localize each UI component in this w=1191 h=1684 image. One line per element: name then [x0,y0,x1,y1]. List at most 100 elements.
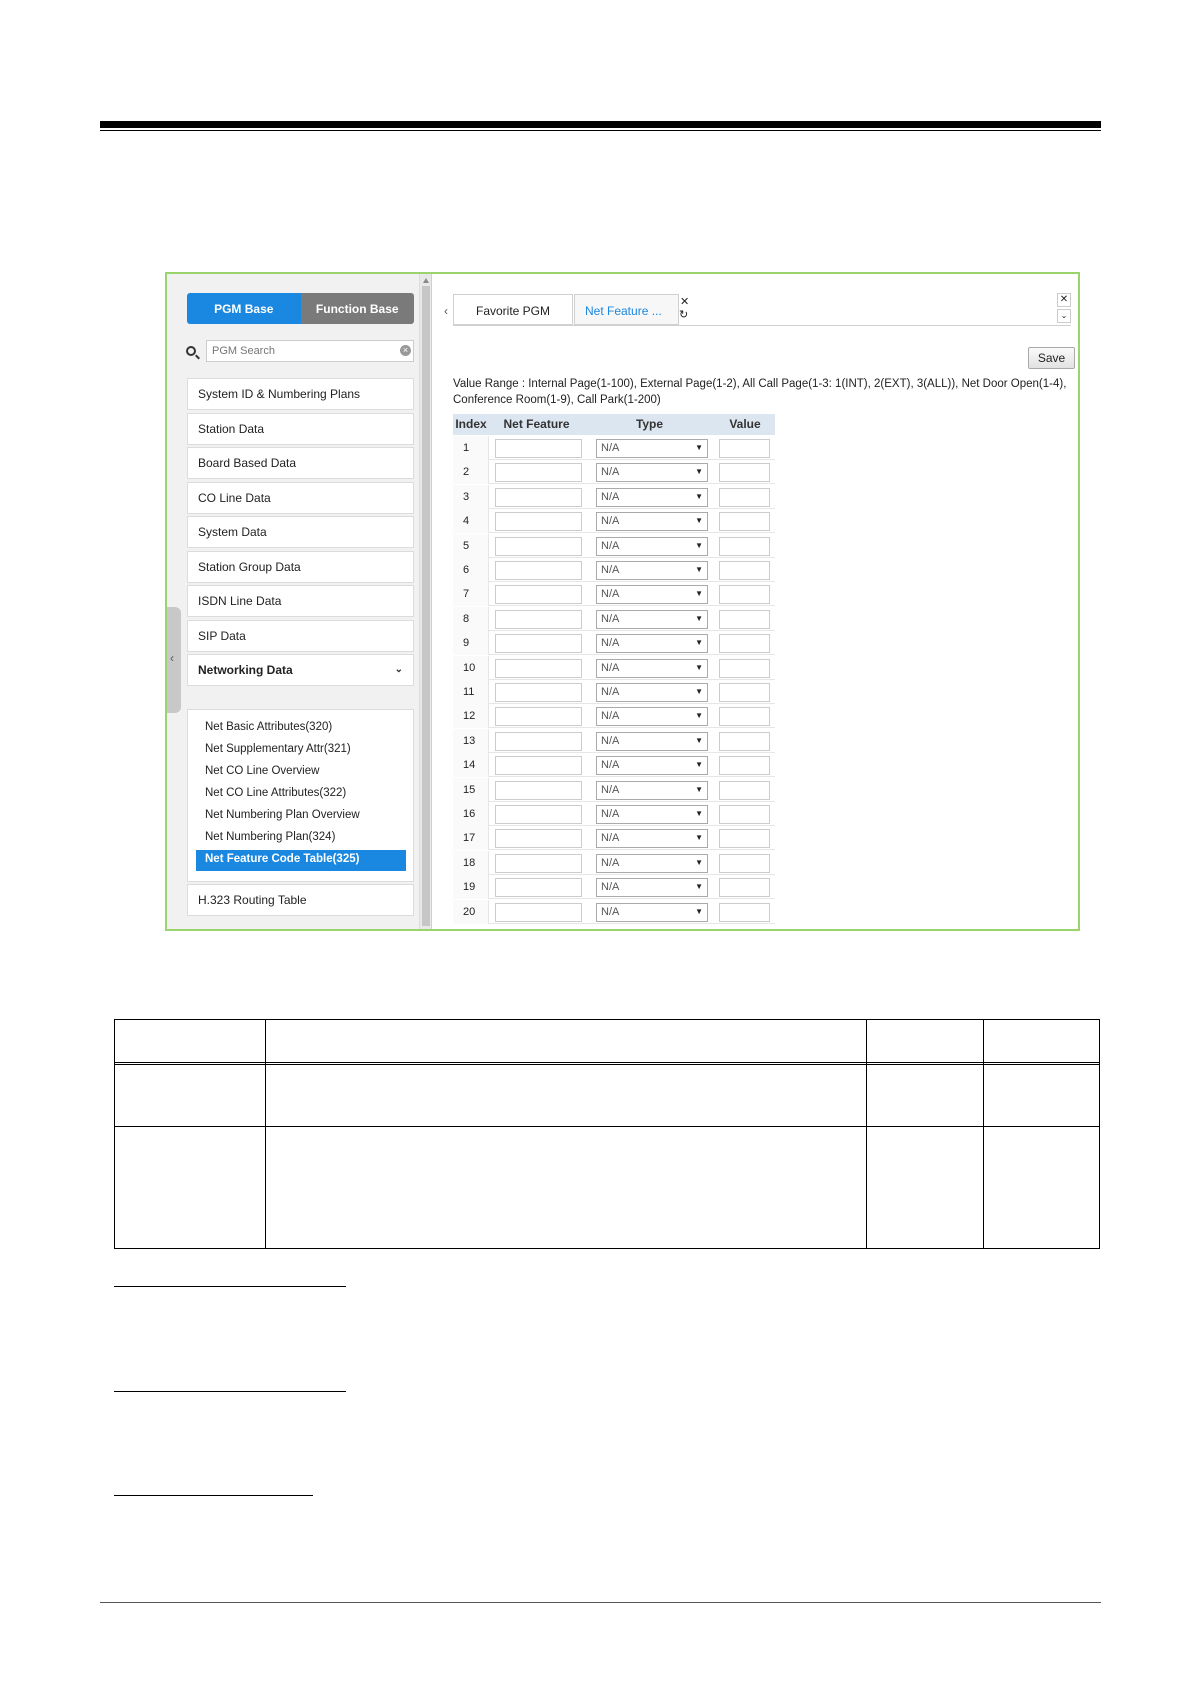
close-tab-icon[interactable]: ✕ [680,295,689,308]
sidebar-item-5[interactable]: Station Group Data [187,551,414,583]
value-input[interactable] [719,561,770,580]
type-select[interactable]: N/A ▼ [596,683,708,702]
close-all-icon[interactable]: ✕ [1057,293,1071,307]
type-select[interactable]: N/A ▼ [596,780,708,800]
submenu-item-0[interactable]: Net Basic Attributes(320) [196,718,406,739]
net-feature-code-input[interactable] [495,585,582,605]
net-feature-code-input[interactable] [495,487,582,507]
net-feature-code-input[interactable] [495,658,582,678]
value-input[interactable] [719,683,770,702]
type-select[interactable]: N/A ▼ [596,561,708,580]
sidebar-item-1[interactable]: Station Data [187,413,414,445]
value-input[interactable] [719,487,770,507]
save-button[interactable]: Save [1028,347,1075,369]
sidebar-item-4[interactable]: System Data [187,516,414,548]
type-select-value: N/A [601,881,620,894]
tab-list-chevron-icon[interactable]: ⌄ [1057,309,1071,323]
scroll-up-icon[interactable] [423,278,429,283]
value-input[interactable] [719,536,770,556]
value-input[interactable] [719,585,770,605]
net-feature-code-input[interactable] [495,439,582,458]
sidebar-scrollbar[interactable] [420,274,432,929]
dropdown-arrow-icon: ▼ [695,540,703,550]
net-feature-code-input[interactable] [495,683,582,702]
type-select[interactable]: N/A ▼ [596,853,708,873]
net-feature-code-input[interactable] [495,463,582,483]
sidebar-item-2[interactable]: Board Based Data [187,447,414,479]
submenu-item-1[interactable]: Net Supplementary Attr(321) [196,740,406,761]
value-input[interactable] [719,756,770,776]
value-input[interactable] [719,902,770,922]
pgm-search-input[interactable] [206,340,414,362]
net-feature-code-input[interactable] [495,512,582,532]
collapse-sidebar-handle[interactable]: ‹ [167,607,181,713]
sidebar-item-h323-routing-table[interactable]: H.323 Routing Table [187,884,414,916]
value-input[interactable] [719,658,770,678]
net-feature-code-input[interactable] [495,878,582,898]
type-select[interactable]: N/A ▼ [596,512,708,532]
value-input[interactable] [719,463,770,483]
net-feature-code-input[interactable] [495,609,582,629]
type-select[interactable]: N/A ▼ [596,756,708,776]
type-select[interactable]: N/A ▼ [596,487,708,507]
submenu-item-6[interactable]: Net Feature Code Table(325) [196,850,406,871]
net-feature-code-input[interactable] [495,780,582,800]
scroll-thumb[interactable] [422,286,430,926]
type-select[interactable]: N/A ▼ [596,658,708,678]
value-input[interactable] [719,512,770,532]
type-select[interactable]: N/A ▼ [596,585,708,605]
type-select[interactable]: N/A ▼ [596,829,708,849]
value-input[interactable] [719,829,770,849]
submenu-item-5[interactable]: Net Numbering Plan(324) [196,828,406,849]
row-index: 18 [453,850,489,875]
sidebar-item-3[interactable]: CO Line Data [187,482,414,514]
type-select[interactable]: N/A ▼ [596,609,708,629]
type-select[interactable]: N/A ▼ [596,634,708,654]
clear-search-icon[interactable]: × [400,345,411,356]
tabs-back-icon[interactable]: ‹ [444,304,448,318]
value-input[interactable] [719,707,770,727]
function-base-tab[interactable]: Function Base [300,293,414,324]
net-feature-code-input[interactable] [495,805,582,824]
type-select[interactable]: N/A ▼ [596,731,708,751]
value-input[interactable] [719,634,770,654]
search-icon[interactable] [186,346,196,356]
value-input[interactable] [719,780,770,800]
table-row: 3 N/A ▼ [453,484,775,509]
type-select[interactable]: N/A ▼ [596,805,708,824]
table-row: 1 N/A ▼ [453,436,775,460]
tab-favorite-pgm[interactable]: Favorite PGM [453,294,573,325]
type-select[interactable]: N/A ▼ [596,902,708,922]
value-input[interactable] [719,609,770,629]
type-select[interactable]: N/A ▼ [596,439,708,458]
value-input[interactable] [719,439,770,458]
sidebar-item-6[interactable]: ISDN Line Data [187,585,414,617]
net-feature-code-input[interactable] [495,829,582,849]
type-select[interactable]: N/A ▼ [596,707,708,727]
sidebar-item-0[interactable]: System ID & Numbering Plans [187,378,414,410]
net-feature-code-input[interactable] [495,756,582,776]
net-feature-code-input[interactable] [495,902,582,922]
net-feature-code-input[interactable] [495,731,582,751]
sidebar-item-networking-data[interactable]: Networking Data ⌄ [187,654,414,686]
value-input[interactable] [719,878,770,898]
type-select[interactable]: N/A ▼ [596,463,708,483]
dropdown-arrow-icon: ▼ [695,687,703,696]
pgm-base-tab[interactable]: PGM Base [187,293,301,324]
net-feature-code-input[interactable] [495,634,582,654]
refresh-tab-icon[interactable]: ↻ [679,308,688,321]
value-input[interactable] [719,731,770,751]
tab-net-feature[interactable]: Net Feature ... [574,294,679,325]
net-feature-code-input[interactable] [495,536,582,556]
net-feature-code-input[interactable] [495,853,582,873]
type-select[interactable]: N/A ▼ [596,536,708,556]
net-feature-code-input[interactable] [495,707,582,727]
submenu-item-3[interactable]: Net CO Line Attributes(322) [196,784,406,805]
submenu-item-4[interactable]: Net Numbering Plan Overview [196,806,406,827]
value-input[interactable] [719,853,770,873]
value-input[interactable] [719,805,770,824]
type-select[interactable]: N/A ▼ [596,878,708,898]
submenu-item-2[interactable]: Net CO Line Overview [196,762,406,783]
sidebar-item-7[interactable]: SIP Data [187,620,414,652]
net-feature-code-input[interactable] [495,561,582,580]
